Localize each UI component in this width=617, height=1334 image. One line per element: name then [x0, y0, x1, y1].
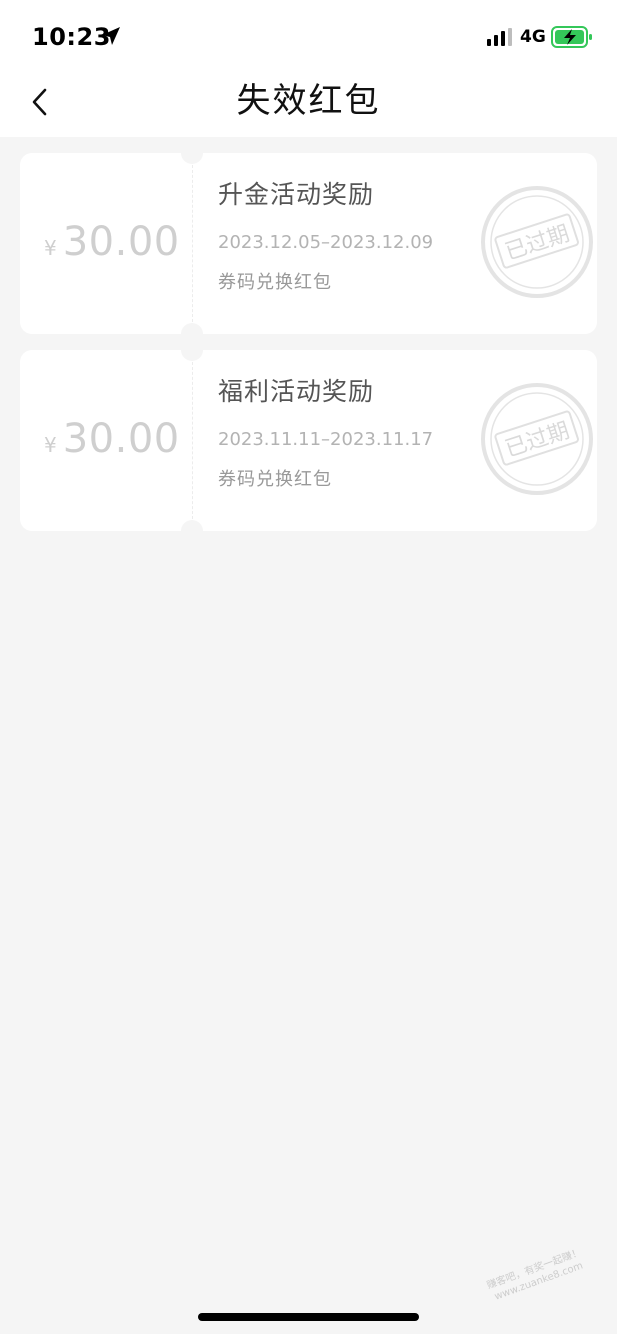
cellular-signal-icon	[487, 28, 513, 46]
amount-value: 30.00	[62, 416, 180, 462]
currency-symbol: ¥	[44, 433, 57, 457]
battery-charging-icon	[551, 25, 593, 49]
coupon-amount: ¥30.00	[44, 219, 192, 265]
navigation-header: 失效红包	[0, 72, 617, 137]
expired-stamp-icon: 已过期	[481, 383, 593, 495]
location-arrow-icon	[100, 25, 122, 47]
coupon-list: ¥30.00 升金活动奖励 2023.12.05–2023.12.09 券码兑换…	[20, 142, 597, 547]
coupon-amount-panel: ¥30.00	[20, 350, 192, 531]
coupon-notch-top	[181, 339, 203, 361]
coupon-amount: ¥30.00	[44, 416, 192, 462]
coupon-amount-panel: ¥30.00	[20, 153, 192, 334]
coupon-divider	[192, 362, 193, 519]
page-title: 失效红包	[236, 81, 381, 121]
coupon-card[interactable]: ¥30.00 福利活动奖励 2023.11.11–2023.11.17 券码兑换…	[20, 339, 597, 542]
coupon-type: 券码兑换红包	[218, 272, 332, 293]
expired-stamp-icon: 已过期	[481, 186, 593, 298]
currency-symbol: ¥	[44, 236, 57, 260]
coupon-detail-panel: 升金活动奖励 2023.12.05–2023.12.09 券码兑换红包 已过期	[192, 153, 597, 334]
coupon-notch-bottom	[181, 520, 203, 542]
coupon-title: 福利活动奖励	[218, 377, 375, 406]
home-indicator[interactable]	[198, 1313, 419, 1321]
network-type-label: 4G	[520, 27, 546, 47]
coupon-title: 升金活动奖励	[218, 180, 375, 209]
coupon-notch-top	[181, 142, 203, 164]
status-bar: 10:23 4G	[0, 0, 617, 72]
top-bar-background: 10:23 4G 失效红包	[0, 0, 617, 137]
coupon-type: 券码兑换红包	[218, 469, 332, 490]
coupon-date-range: 2023.12.05–2023.12.09	[218, 232, 434, 253]
coupon-date-range: 2023.11.11–2023.11.17	[218, 429, 434, 450]
amount-value: 30.00	[62, 219, 180, 265]
expired-red-packets-screen: 10:23 4G 失效红包 ¥ 30.00 升金活动奖励 2023.12.05–…	[0, 0, 617, 1334]
coupon-divider	[192, 165, 193, 322]
coupon-detail-panel: 福利活动奖励 2023.11.11–2023.11.17 券码兑换红包 已过期	[192, 350, 597, 531]
site-watermark: 赚客吧，有奖一起赚！ www.zuanke8.com	[471, 1241, 607, 1323]
coupon-card[interactable]: ¥30.00 升金活动奖励 2023.12.05–2023.12.09 券码兑换…	[20, 142, 597, 345]
